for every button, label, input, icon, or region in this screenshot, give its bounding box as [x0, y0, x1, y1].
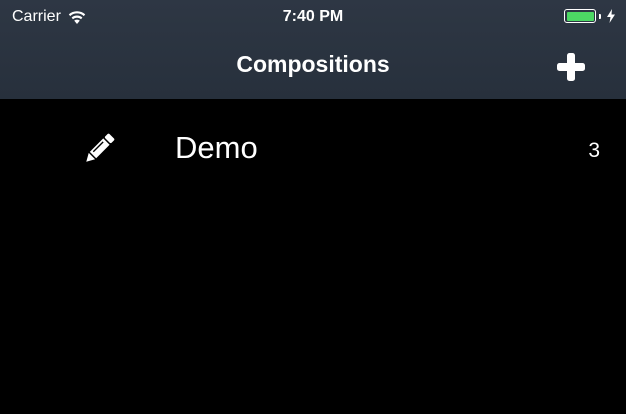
navigation-bar: Compositions — [0, 36, 626, 99]
battery-indicator — [564, 9, 616, 23]
composition-count: 3 — [588, 139, 600, 162]
charging-bolt-icon — [606, 9, 616, 23]
pencil-icon[interactable] — [82, 132, 116, 166]
screen: Carrier 7:40 PM Compositions Demo 3 — [0, 0, 626, 414]
status-bar: Carrier 7:40 PM — [0, 0, 626, 36]
status-time: 7:40 PM — [282, 8, 344, 25]
battery-tip — [599, 13, 601, 19]
top-bar: Carrier 7:40 PM Compositions — [0, 0, 626, 99]
plus-icon — [557, 53, 585, 81]
add-composition-button[interactable] — [556, 52, 586, 82]
battery-icon — [564, 9, 596, 23]
battery-fill — [566, 11, 594, 21]
list-item[interactable]: Demo 3 — [0, 99, 626, 199]
composition-name: Demo — [175, 130, 258, 165]
compositions-list: Demo 3 — [0, 99, 626, 199]
page-title: Compositions — [236, 51, 390, 77]
